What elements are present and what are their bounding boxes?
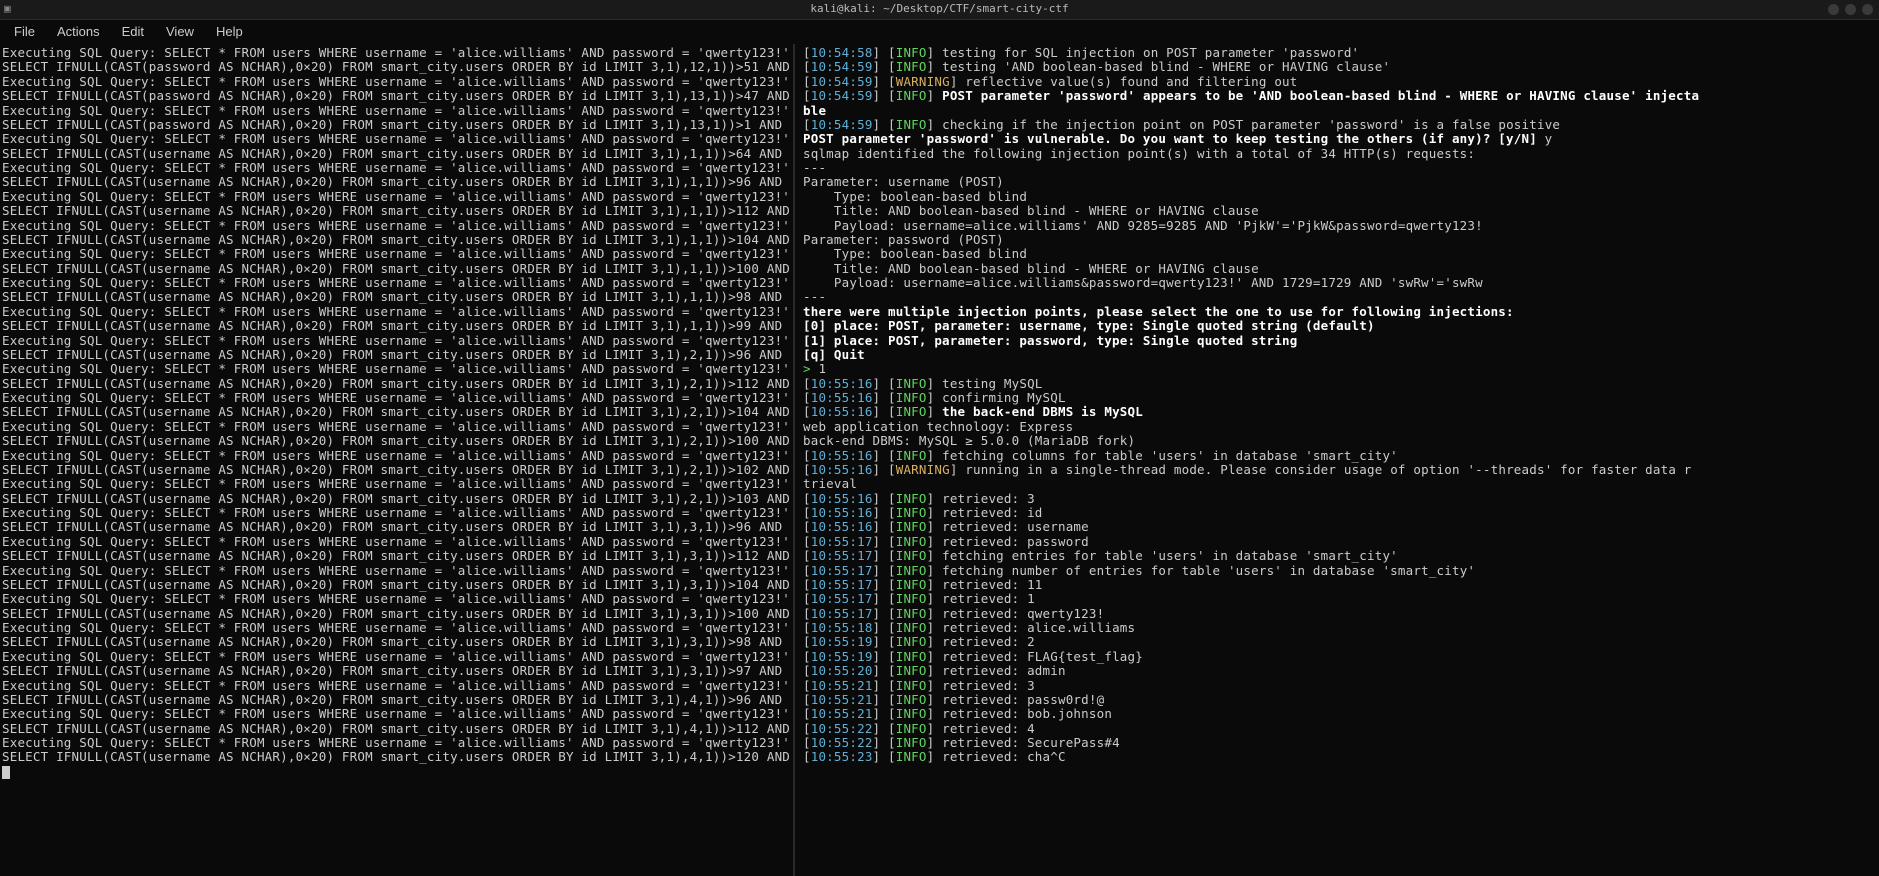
menu-file[interactable]: File (4, 23, 45, 42)
terminal-split: Executing SQL Query: SELECT * FROM users… (0, 44, 1879, 876)
minimize-button[interactable] (1828, 4, 1839, 15)
menu-actions[interactable]: Actions (47, 23, 110, 42)
close-button[interactable] (1862, 4, 1873, 15)
menu-help[interactable]: Help (206, 23, 253, 42)
cursor (2, 766, 10, 779)
window-titlebar: ▣ kali@kali: ~/Desktop/CTF/smart-city-ct… (0, 0, 1879, 20)
terminal-pane-right[interactable]: [10:54:58] [INFO] testing for SQL inject… (795, 44, 1879, 876)
menu-bar: File Actions Edit View Help (0, 20, 1879, 44)
window-controls (1828, 4, 1873, 15)
menu-view[interactable]: View (156, 23, 204, 42)
terminal-pane-left[interactable]: Executing SQL Query: SELECT * FROM users… (0, 44, 795, 876)
app-icon: ▣ (4, 3, 18, 17)
window-title: kali@kali: ~/Desktop/CTF/smart-city-ctf (810, 3, 1068, 16)
menu-edit[interactable]: Edit (112, 23, 154, 42)
maximize-button[interactable] (1845, 4, 1856, 15)
